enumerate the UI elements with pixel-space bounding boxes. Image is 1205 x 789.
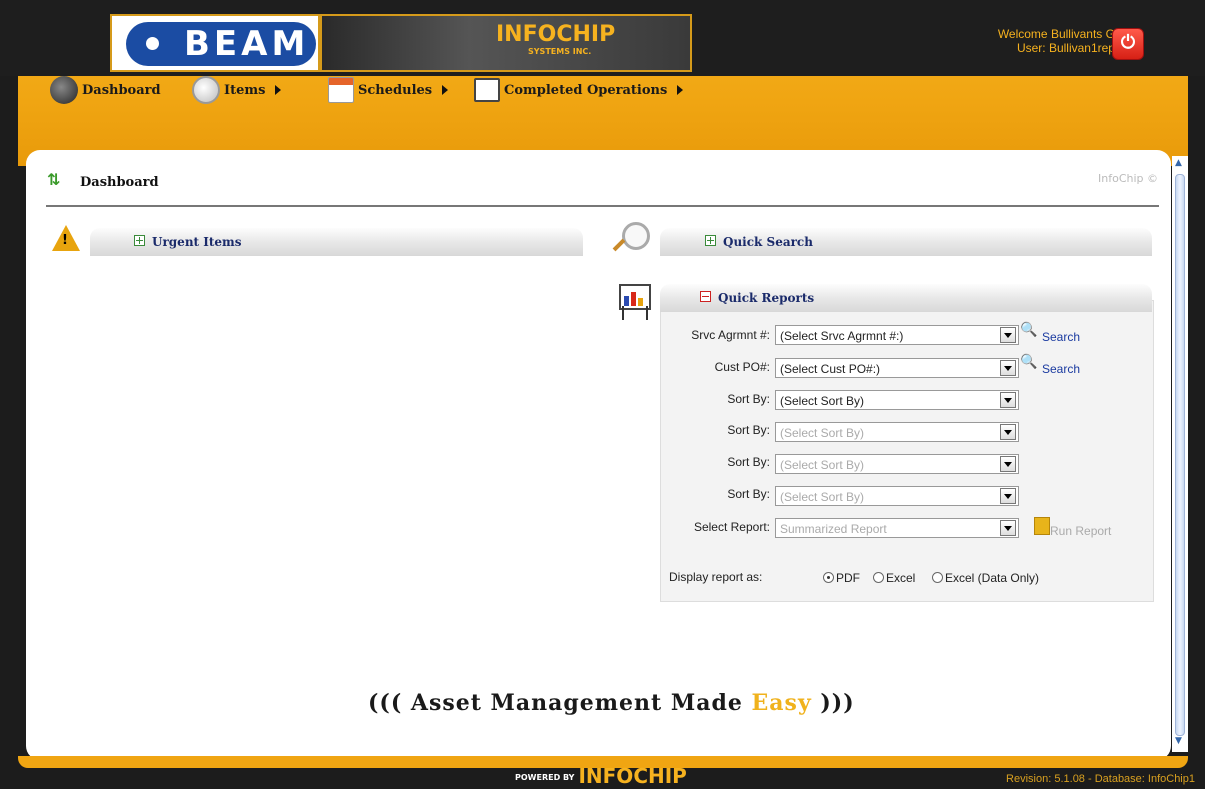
urgent-items-label: Urgent Items xyxy=(152,235,242,249)
page-title: Dashboard xyxy=(80,175,159,190)
sort-by-select-4[interactable]: (Select Sort By) xyxy=(775,486,1019,506)
sort-by-select-1[interactable]: (Select Sort By) xyxy=(775,390,1019,410)
select-report-select[interactable]: Summarized Report xyxy=(775,518,1019,538)
revision-text: Revision: 5.1.08 - Database: InfoChip1 xyxy=(1006,773,1195,785)
tagline-suffix: ))) xyxy=(811,690,855,716)
copyright-text: InfoChip © xyxy=(1098,172,1159,185)
radio-excel[interactable] xyxy=(873,572,884,583)
display-as-label: Display report as: xyxy=(669,570,763,584)
expand-plus-icon[interactable] xyxy=(134,235,145,246)
cust-po-label: Cust PO#: xyxy=(714,360,770,374)
nav-completed-operations-label: Completed Operations xyxy=(504,82,668,98)
nav-completed-operations[interactable]: Completed Operations xyxy=(474,76,684,104)
title-divider xyxy=(46,205,1159,207)
chevron-right-icon xyxy=(677,85,684,95)
nav-items-label: Items xyxy=(224,82,266,98)
tagline: ((( Asset Management Made Easy ))) xyxy=(368,690,855,716)
radio-excel-label: Excel xyxy=(886,571,916,585)
srvc-agrmnt-select[interactable]: (Select Srvc Agrmnt #:) xyxy=(775,325,1019,345)
radio-pdf[interactable] xyxy=(823,572,834,583)
sort-by-label-2: Sort By: xyxy=(727,423,770,437)
radio-excel-data-only-label: Excel (Data Only) xyxy=(945,571,1040,585)
expand-plus-icon[interactable] xyxy=(705,235,716,246)
easel-icon xyxy=(622,306,648,320)
powered-by-text: POWERED BY xyxy=(515,773,575,782)
nav-dashboard[interactable]: Dashboard xyxy=(50,76,161,104)
presentation-icon xyxy=(474,78,500,102)
nav-dashboard-label: Dashboard xyxy=(82,82,161,98)
chevron-down-icon[interactable] xyxy=(1000,392,1016,408)
beam-logo: BEAM xyxy=(110,14,320,72)
chevron-right-icon xyxy=(442,85,449,95)
sort-by-label-1: Sort By: xyxy=(727,392,770,406)
cust-po-select[interactable]: (Select Cust PO#:) xyxy=(775,358,1019,378)
chevron-down-icon[interactable] xyxy=(1000,360,1016,376)
search-key-icon[interactable]: 🔍 xyxy=(1020,354,1037,370)
infochip-logo-subtext: SYSTEMS INC. xyxy=(528,47,592,56)
scrollbar-thumb[interactable] xyxy=(1175,174,1185,736)
run-report-icon[interactable] xyxy=(1034,517,1050,535)
chevron-down-icon[interactable] xyxy=(1000,327,1016,343)
nav-schedules[interactable]: Schedules xyxy=(328,76,449,104)
beam-logo-text: BEAM xyxy=(184,24,310,64)
select-report-label: Select Report: xyxy=(693,520,770,534)
calendar-icon xyxy=(328,77,354,103)
warning-icon-mark: ! xyxy=(62,233,68,248)
dashboard-icon xyxy=(50,76,78,104)
quick-search-label: Quick Search xyxy=(723,235,813,249)
powered-by-logo: POWERED BY INFOCHIP xyxy=(515,764,687,788)
scroll-up-arrow-icon[interactable]: ▲ xyxy=(1175,158,1185,168)
srvc-agrmnt-label: Srvc Agrmnt #: xyxy=(691,328,770,342)
infochip-logo-text: INFOCHIP xyxy=(496,22,616,47)
magnifier-icon xyxy=(622,222,650,250)
beam-logo-dot xyxy=(146,37,159,50)
tagline-easy: Easy xyxy=(751,690,812,716)
power-icon: ⏻ xyxy=(1120,32,1136,53)
chevron-down-icon[interactable] xyxy=(1000,424,1016,440)
quick-reports-header[interactable]: Quick Reports xyxy=(660,284,1152,312)
beam-logo-oval: BEAM xyxy=(126,22,316,66)
nav-items[interactable]: Items xyxy=(192,76,282,104)
quick-search-header[interactable]: Quick Search xyxy=(660,228,1152,256)
sort-by-label-3: Sort By: xyxy=(727,455,770,469)
sort-by-label-4: Sort By: xyxy=(727,487,770,501)
srvc-search-link[interactable]: Search xyxy=(1042,330,1080,344)
cust-search-link[interactable]: Search xyxy=(1042,362,1080,376)
refresh-icon[interactable]: ⇅ xyxy=(47,170,60,189)
quick-reports-label: Quick Reports xyxy=(718,291,815,305)
search-key-icon[interactable]: 🔍 xyxy=(1020,322,1037,338)
quick-reports-panel xyxy=(660,300,1154,602)
chevron-down-icon[interactable] xyxy=(1000,488,1016,504)
sort-by-select-2[interactable]: (Select Sort By) xyxy=(775,422,1019,442)
chevron-down-icon[interactable] xyxy=(1000,456,1016,472)
powered-by-brand: INFOCHIP xyxy=(578,764,687,788)
radio-pdf-label: PDF xyxy=(836,571,860,585)
nav-schedules-label: Schedules xyxy=(358,82,433,98)
urgent-items-header[interactable]: Urgent Items xyxy=(90,228,583,256)
chevron-right-icon xyxy=(275,85,282,95)
infochip-logo: INFOCHIP SYSTEMS INC. xyxy=(320,14,692,72)
logout-button[interactable]: ⏻ xyxy=(1112,28,1144,60)
tagline-prefix: ((( Asset Management Made xyxy=(368,690,752,716)
vertical-scrollbar[interactable]: ▲ ▼ xyxy=(1172,156,1188,752)
collapse-minus-icon[interactable] xyxy=(700,291,711,302)
run-report-link[interactable]: Run Report xyxy=(1050,524,1111,538)
magnifier-icon xyxy=(192,76,220,104)
scroll-down-arrow-icon[interactable]: ▼ xyxy=(1175,736,1185,746)
radio-excel-data-only[interactable] xyxy=(932,572,943,583)
chevron-down-icon[interactable] xyxy=(1000,520,1016,536)
sort-by-select-3[interactable]: (Select Sort By) xyxy=(775,454,1019,474)
